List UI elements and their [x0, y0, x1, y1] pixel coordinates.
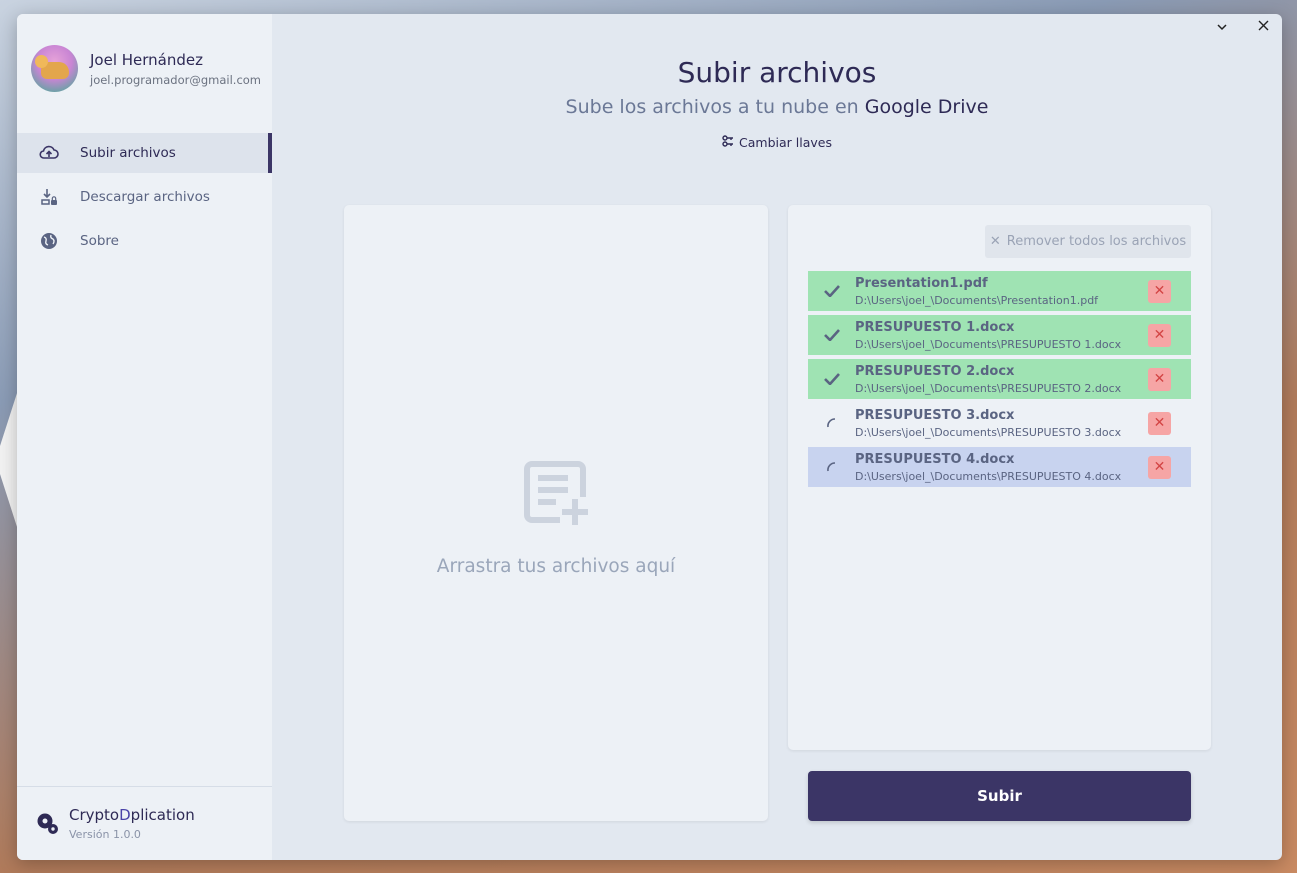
brand-text: CryptoDplication Versión 1.0.0 — [69, 806, 195, 841]
app-logo-icon — [36, 812, 60, 836]
brand-name-part3: plication — [130, 806, 195, 824]
subtitle-brand: Google Drive — [864, 96, 989, 118]
file-row[interactable]: PRESUPUESTO 2.docx D:\Users\joel_\Docume… — [808, 359, 1191, 399]
file-path: D:\Users\joel_\Documents\PRESUPUESTO 3.d… — [855, 425, 1122, 439]
sidebar-item-subir-archivos[interactable]: Subir archivos — [17, 133, 272, 173]
download-lock-icon — [39, 187, 59, 207]
change-keys-label: Cambiar llaves — [739, 135, 832, 150]
user-email: joel.programador@gmail.com — [90, 72, 262, 87]
close-icon: ✕ — [989, 234, 1001, 249]
file-info: PRESUPUESTO 4.docx D:\Users\joel_\Docume… — [855, 451, 1128, 484]
page-title: Subir archivos — [677, 56, 877, 89]
remove-file-button[interactable]: ✕ — [1148, 455, 1171, 479]
chevron-down-icon — [1217, 19, 1227, 35]
file-info: PRESUPUESTO 1.docx D:\Users\joel_\Docume… — [855, 319, 1128, 352]
file-name: PRESUPUESTO 4.docx — [855, 451, 1015, 467]
close-icon: ✕ — [1153, 371, 1166, 387]
close-icon: ✕ — [1153, 415, 1166, 431]
change-keys-button[interactable]: Cambiar llaves — [722, 135, 832, 150]
file-dropzone[interactable]: Arrastra tus archivos aquí — [344, 205, 768, 821]
user-profile: Joel Hernández joel.programador@gmail.co… — [31, 45, 261, 92]
sidebar-item-sobre[interactable]: Sobre — [17, 221, 272, 261]
user-name: Joel Hernández — [90, 50, 204, 69]
globe-icon — [39, 231, 59, 251]
remove-file-button[interactable]: ✕ — [1148, 279, 1171, 303]
app-window: Joel Hernández joel.programador@gmail.co… — [17, 14, 1282, 860]
spinner-icon — [808, 417, 855, 429]
file-path: D:\Users\joel_\Documents\PRESUPUESTO 2.d… — [855, 381, 1122, 395]
file-path: D:\Users\joel_\Documents\PRESUPUESTO 1.d… — [855, 337, 1122, 351]
remove-all-button[interactable]: ✕ Remover todos los archivos — [985, 225, 1191, 258]
check-icon — [808, 285, 855, 297]
check-icon — [808, 329, 855, 341]
sidebar: Joel Hernández joel.programador@gmail.co… — [17, 14, 272, 860]
desktop-background-shape — [0, 390, 18, 530]
file-row[interactable]: PRESUPUESTO 3.docx D:\Users\joel_\Docume… — [808, 403, 1191, 443]
close-icon — [1258, 19, 1269, 35]
key-icon — [722, 135, 739, 150]
brand-name-part1: Crypto — [69, 806, 120, 824]
file-info: Presentation1.pdf D:\Users\joel_\Documen… — [855, 275, 1128, 308]
sidebar-nav: Subir archivos Descargar archivos Sobre — [17, 133, 272, 265]
file-info: PRESUPUESTO 2.docx D:\Users\joel_\Docume… — [855, 363, 1128, 396]
subtitle-prefix: Sube los archivos a tu nube en — [565, 96, 865, 118]
upload-button[interactable]: Subir — [808, 771, 1191, 821]
check-icon — [808, 373, 855, 385]
dropzone-text: Arrastra tus archivos aquí — [436, 556, 676, 577]
cloud-upload-icon — [39, 143, 59, 163]
minimize-button[interactable] — [1210, 17, 1234, 37]
remove-file-button[interactable]: ✕ — [1148, 323, 1171, 347]
file-info: PRESUPUESTO 3.docx D:\Users\joel_\Docume… — [855, 407, 1128, 440]
file-list-panel: ✕ Remover todos los archivos Presentatio… — [788, 205, 1211, 750]
close-icon: ✕ — [1153, 459, 1166, 475]
file-row[interactable]: Presentation1.pdf D:\Users\joel_\Documen… — [808, 271, 1191, 311]
close-icon: ✕ — [1153, 327, 1166, 343]
remove-file-button[interactable]: ✕ — [1148, 367, 1171, 391]
file-path: D:\Users\joel_\Documents\PRESUPUESTO 4.d… — [855, 469, 1122, 483]
avatar-dog-head — [35, 55, 48, 68]
file-name: PRESUPUESTO 2.docx — [855, 363, 1015, 379]
file-path: D:\Users\joel_\Documents\Presentation1.p… — [855, 293, 1099, 307]
brand-name: CryptoDplication — [69, 806, 195, 824]
page-subtitle: Sube los archivos a tu nube en Google Dr… — [272, 96, 1282, 118]
file-name: PRESUPUESTO 1.docx — [855, 319, 1015, 335]
profile-text: Joel Hernández joel.programador@gmail.co… — [90, 51, 261, 87]
brand-footer: CryptoDplication Versión 1.0.0 — [17, 786, 272, 860]
file-row[interactable]: PRESUPUESTO 4.docx D:\Users\joel_\Docume… — [808, 447, 1191, 487]
sidebar-item-descargar-archivos[interactable]: Descargar archivos — [17, 177, 272, 217]
file-list: Presentation1.pdf D:\Users\joel_\Documen… — [808, 271, 1191, 491]
spinner-icon — [808, 461, 855, 473]
close-icon: ✕ — [1153, 283, 1166, 299]
file-row[interactable]: PRESUPUESTO 1.docx D:\Users\joel_\Docume… — [808, 315, 1191, 355]
app-version: Versión 1.0.0 — [69, 828, 141, 841]
sidebar-item-label: Descargar archivos — [80, 189, 210, 205]
sidebar-item-label: Sobre — [80, 233, 119, 249]
remove-all-label: Remover todos los archivos — [1006, 234, 1187, 249]
sidebar-item-label: Subir archivos — [80, 145, 176, 161]
avatar — [31, 45, 78, 92]
file-name: Presentation1.pdf — [855, 275, 988, 291]
remove-file-button[interactable]: ✕ — [1148, 411, 1171, 435]
file-name: PRESUPUESTO 3.docx — [855, 407, 1015, 423]
add-file-icon — [524, 461, 590, 531]
brand-name-part2: D — [119, 806, 131, 824]
close-button[interactable] — [1251, 17, 1275, 37]
